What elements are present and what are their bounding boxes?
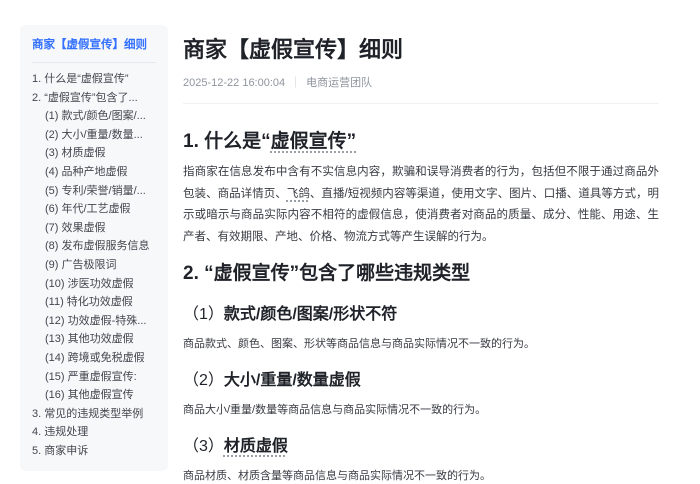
subsection2-body: 商品大小/重量/数量等商品信息与商品实际情况不一致的行为。: [183, 404, 487, 416]
author-team: 电商运营团队: [306, 77, 373, 89]
toc-divider: [32, 62, 156, 63]
toc-item-types[interactable]: 2. “虚假宣传”包含了...: [32, 89, 156, 108]
subsection3-body: 商品材质、材质含量等商品信息与商品实际情况不一致的行为。: [183, 470, 491, 482]
subsection3-heading: （3）材质虚假: [183, 438, 288, 455]
subsection-material-fake: （3）材质虚假 商品材质、材质含量等商品信息与商品实际情况不一致的行为。: [183, 436, 659, 484]
toc-item-what-is[interactable]: 1. 什么是“虚假宣传”: [32, 70, 156, 89]
glossary-term-false-advertising: 虚假宣传”: [270, 131, 357, 152]
toc-item-violation-handling[interactable]: 4. 违规处理: [32, 423, 156, 442]
section2-heading: 2. “虚假宣传”包含了哪些违规类型: [183, 263, 471, 284]
toc-item-special-efficacy[interactable]: (11) 特化功效虚假: [32, 293, 156, 312]
toc-item-style-mismatch[interactable]: (1) 款式/颜色/图案/...: [32, 107, 156, 126]
page-title: 商家【虚假宣传】细则: [183, 37, 404, 62]
toc-sidebar: 商家【虚假宣传】细则 1. 什么是“虚假宣传” 2. “虚假宣传”包含了... …: [20, 25, 168, 471]
toc-item-other-efficacy[interactable]: (13) 其他功效虚假: [32, 330, 156, 349]
toc-item-era-craft-fake[interactable]: (6) 年代/工艺虚假: [32, 200, 156, 219]
toc-item-effect-fake[interactable]: (7) 效果虚假: [32, 219, 156, 238]
meta-separator: ｜: [290, 77, 302, 89]
toc-item-severe-false-ad[interactable]: (15) 严重虚假宣传:: [32, 368, 156, 387]
toc-item-size-fake[interactable]: (2) 大小/重量/数量...: [32, 126, 156, 145]
toc-item-origin-fake[interactable]: (4) 品种产地虚假: [32, 163, 156, 182]
glossary-term-feige: 飞鸽: [286, 187, 310, 200]
subsection1-heading: （1）款式/颜色/图案/形状不符: [183, 306, 398, 323]
toc-item-medical-efficacy[interactable]: (10) 涉医功效虚假: [32, 275, 156, 294]
toc-item-examples[interactable]: 3. 常见的违规类型举例: [32, 405, 156, 424]
toc-item-crossborder-dutyfree[interactable]: (14) 跨境或免税虚假: [32, 349, 156, 368]
toc-item-fake-service-info[interactable]: (8) 发布虚假服务信息: [32, 237, 156, 256]
toc-item-other-false-ad[interactable]: (16) 其他虚假宣传: [32, 386, 156, 405]
toc-item-material-fake[interactable]: (3) 材质虚假: [32, 144, 156, 163]
article: 商家【虚假宣传】细则 2025-12-22 16:00:04 ｜ 电商运营团队 1.…: [183, 36, 659, 484]
section1-heading: 1. 什么是“虚假宣传”: [183, 131, 357, 152]
publish-timestamp: 2025-12-22 16:00:04: [183, 77, 286, 89]
subsection1-body: 商品款式、颜色、图案、形状等商品信息与商品实际情况不一致的行为。: [183, 338, 535, 350]
header-divider: [183, 103, 659, 104]
toc-item-patent-fake[interactable]: (5) 专利/荣誉/销量/...: [32, 182, 156, 201]
toc-item-ad-extreme-words[interactable]: (9) 广告极限词: [32, 256, 156, 275]
toc-item-efficacy-special[interactable]: (12) 功效虚假-特殊...: [32, 312, 156, 331]
toc-list: 1. 什么是“虚假宣传” 2. “虚假宣传”包含了... (1) 款式/颜色/图…: [32, 70, 156, 460]
section1-body: 指商家在信息发布中含有不实信息内容，欺骗和误导消费者的行为，包括但不限于通过商品…: [183, 166, 660, 243]
subsection-size-fake: （2）大小/重量/数量虚假 商品大小/重量/数量等商品信息与商品实际情况不一致的…: [183, 370, 659, 418]
subsection2-heading: （2）大小/重量/数量虚假: [183, 372, 361, 389]
toc-title[interactable]: 商家【虚假宣传】细则: [32, 38, 156, 52]
article-meta: 2025-12-22 16:00:04 ｜ 电商运营团队: [183, 76, 659, 90]
subsection-style-mismatch: （1）款式/颜色/图案/形状不符 商品款式、颜色、图案、形状等商品信息与商品实际…: [183, 304, 659, 352]
glossary-term-material-fake: 材质虚假: [223, 438, 288, 455]
toc-item-merchant-appeal[interactable]: 5. 商家申诉: [32, 442, 156, 461]
